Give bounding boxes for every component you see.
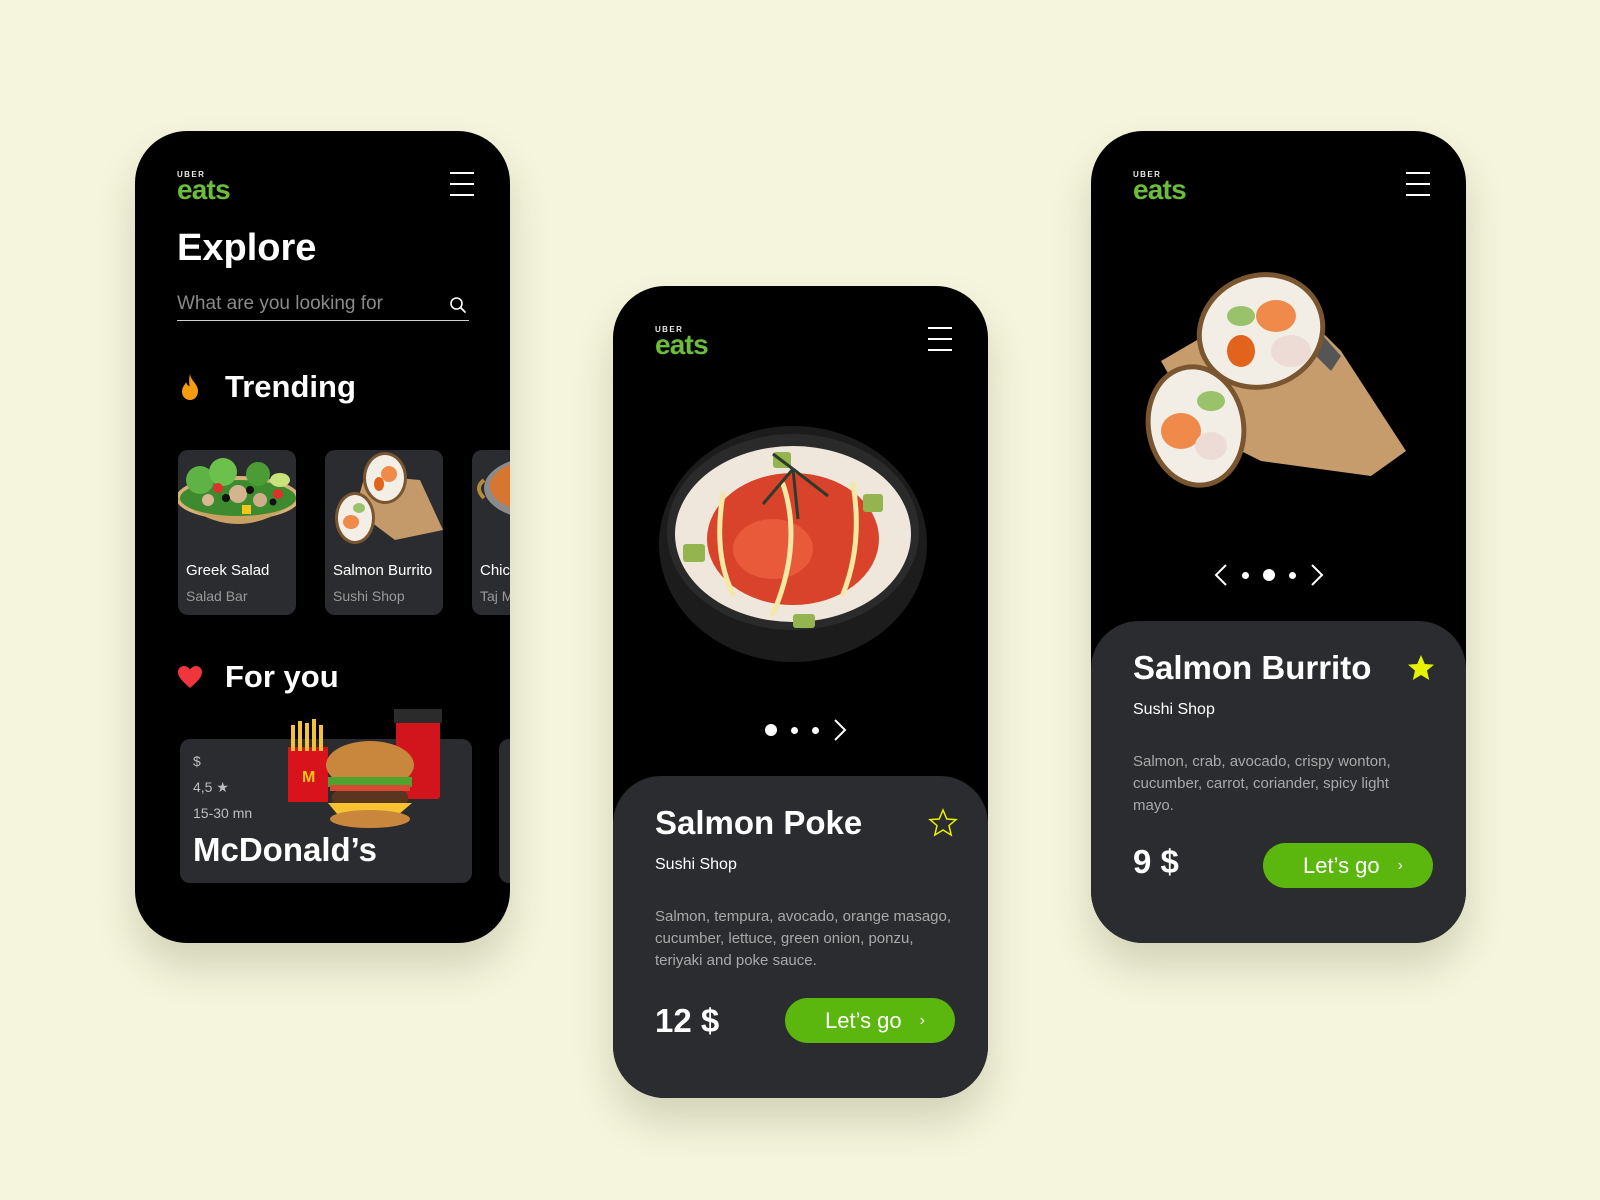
trending-card-salmon-burrito[interactable]: Salmon Burrito Sushi Shop (325, 450, 443, 615)
chevron-left-icon[interactable] (1214, 563, 1228, 587)
carousel-dot-3[interactable] (1289, 571, 1296, 579)
trending-list: Greek Salad Salad Bar Salmon Burrito Sus… (178, 450, 510, 615)
hamburger-menu-icon[interactable] (1406, 172, 1432, 196)
carousel-dot-1[interactable] (765, 724, 777, 736)
star-filled-icon[interactable] (1406, 653, 1436, 683)
search-input[interactable] (177, 289, 437, 319)
lets-go-label: Let’s go (1303, 852, 1380, 878)
carousel-dot-2[interactable] (1263, 569, 1275, 581)
chevron-right-icon[interactable] (833, 718, 847, 742)
rating: 4,5 ★ (193, 779, 229, 795)
trending-item-shop: Sushi Shop (333, 588, 405, 604)
hamburger-menu-icon[interactable] (450, 172, 476, 196)
product-shop: Sushi Shop (655, 856, 737, 873)
uber-eats-logo[interactable]: UBER eats (177, 171, 231, 205)
image-carousel-indicator (1214, 563, 1324, 587)
product-name: Salmon Poke (655, 804, 863, 841)
product-description: Salmon, tempura, avocado, orange masago,… (655, 908, 952, 969)
for-you-list: M $ 4,5 ★ 15-30 mn McDonald’s (180, 709, 510, 883)
delivery-time: 15-30 mn (193, 805, 253, 821)
trending-card-greek-salad[interactable]: Greek Salad Salad Bar (178, 450, 296, 615)
phone-explore-screen: UBER eats Explore Trending Greek Salad (135, 131, 510, 943)
trending-item-name: Salmon Burrito (333, 562, 433, 579)
uber-eats-logo[interactable]: UBER eats (655, 326, 709, 360)
uber-eats-logo[interactable]: UBER eats (1133, 171, 1187, 205)
chevron-right-icon[interactable] (1310, 563, 1324, 587)
restaurant-name: McDonald’s (193, 831, 377, 868)
salmon-poke-image (659, 426, 927, 662)
trending-item-name: Chicken Curry (480, 562, 510, 579)
carousel-dot-3[interactable] (812, 726, 819, 734)
lets-go-button[interactable]: Let’s go › (1263, 843, 1433, 888)
logo-eats-text: eats (1133, 174, 1187, 205)
trending-label: Trending (225, 369, 356, 404)
salmon-burrito-image (1145, 272, 1406, 488)
product-details-sheet: Salmon Burrito Sushi Shop Salmon, crab, … (1091, 621, 1466, 943)
mcdonalds-meal-image: M (288, 709, 442, 828)
flame-icon (177, 374, 203, 400)
lets-go-label: Let’s go (825, 1007, 902, 1033)
product-shop: Sushi Shop (1133, 701, 1215, 718)
salmon-burrito-image (335, 452, 443, 544)
for-you-label: For you (225, 659, 339, 694)
trending-item-shop: Salad Bar (186, 588, 248, 604)
logo-eats-text: eats (655, 329, 709, 360)
carousel-dot-2[interactable] (791, 726, 798, 734)
chevron-right-icon: › (919, 1011, 925, 1029)
lets-go-button[interactable]: Let’s go › (785, 998, 955, 1043)
for-you-section-header: For you (177, 659, 339, 695)
trending-card-chicken-curry[interactable]: Chicken Curry Taj Mahal (472, 450, 510, 615)
product-description: Salmon, crab, avocado, crispy wonton, cu… (1133, 753, 1391, 814)
trending-item-shop: Taj Mahal (480, 588, 510, 604)
image-carousel-indicator (765, 718, 847, 742)
phone-salmon-burrito-screen: UBER eats Salmon Burrito Sushi Shop Salm… (1091, 131, 1466, 943)
carousel-dot-1[interactable] (1242, 571, 1249, 579)
svg-text:M: M (302, 769, 315, 786)
restaurant-card-next[interactable] (499, 739, 510, 883)
restaurant-card-mcdonalds[interactable]: M $ 4,5 ★ 15-30 mn McDonald’s (180, 709, 472, 883)
heart-icon (177, 664, 203, 690)
chicken-curry-image (477, 461, 510, 515)
page-title: Explore (177, 227, 317, 269)
trending-section-header: Trending (177, 369, 356, 405)
price-level: $ (193, 753, 201, 769)
chevron-right-icon: › (1397, 856, 1403, 874)
product-price: 9 $ (1133, 843, 1179, 880)
greek-salad-image (178, 458, 296, 524)
hamburger-menu-icon[interactable] (928, 327, 954, 351)
product-details-sheet: Salmon Poke Sushi Shop Salmon, tempura, … (613, 776, 988, 1098)
search-icon[interactable] (449, 296, 467, 314)
search-bar (177, 289, 469, 321)
star-outline-icon[interactable] (928, 808, 958, 838)
product-price: 12 $ (655, 1002, 720, 1039)
trending-item-name: Greek Salad (186, 562, 270, 579)
phone-salmon-poke-screen: UBER eats Salmon Poke Sushi Shop Salmon,… (613, 286, 988, 1098)
logo-eats-text: eats (177, 174, 231, 205)
product-name: Salmon Burrito (1133, 649, 1372, 686)
